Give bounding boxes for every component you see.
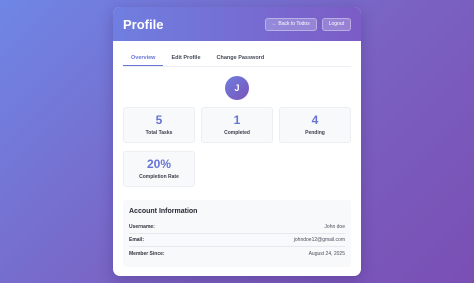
- stat-label: Completion Rate: [139, 174, 179, 180]
- stat-value: 1: [233, 113, 241, 127]
- back-to-todos-button[interactable]: ← Back to Todos: [264, 17, 317, 31]
- stat-completion-rate: 20% Completion Rate: [123, 151, 195, 187]
- info-key: Member Since:: [129, 250, 165, 257]
- profile-header: Profile ← Back to Todos Logout: [113, 7, 361, 41]
- stat-completed: 1 Completed: [201, 107, 273, 143]
- info-row-email: Email: johndoe12@gmail.com: [129, 234, 345, 247]
- info-value: August 24, 2025: [308, 250, 345, 257]
- account-information: Account Information Username: John doe E…: [123, 200, 351, 267]
- logout-button[interactable]: Logout: [321, 17, 351, 31]
- info-row-username: Username: John doe: [129, 221, 345, 234]
- info-row-member-since: Member Since: August 24, 2025: [129, 247, 345, 260]
- stat-pending: 4 Pending: [279, 107, 351, 143]
- stat-label: Total Tasks: [145, 130, 173, 136]
- profile-tabs: Overview Edit Profile Change Password: [123, 53, 351, 67]
- page-title: Profile: [123, 16, 164, 32]
- stat-value: 20%: [146, 157, 172, 171]
- info-value: John doe: [324, 224, 345, 230]
- stat-value: 5: [155, 113, 163, 127]
- stat-total-tasks: 5 Total Tasks: [123, 107, 195, 143]
- avatar: J: [225, 76, 249, 100]
- tab-edit-profile[interactable]: Edit Profile: [163, 53, 208, 66]
- profile-card: Profile ← Back to Todos Logout Overview …: [113, 7, 361, 276]
- account-info-title: Account Information: [129, 208, 198, 215]
- tab-change-password[interactable]: Change Password: [209, 53, 273, 66]
- tab-overview[interactable]: Overview: [123, 53, 164, 66]
- info-key: Username:: [129, 224, 155, 230]
- stat-label: Completed: [224, 130, 250, 136]
- stat-label: Pending: [305, 130, 325, 136]
- info-value: johndoe12@gmail.com: [293, 237, 345, 243]
- stat-value: 4: [311, 113, 319, 127]
- info-key: Email:: [129, 237, 145, 243]
